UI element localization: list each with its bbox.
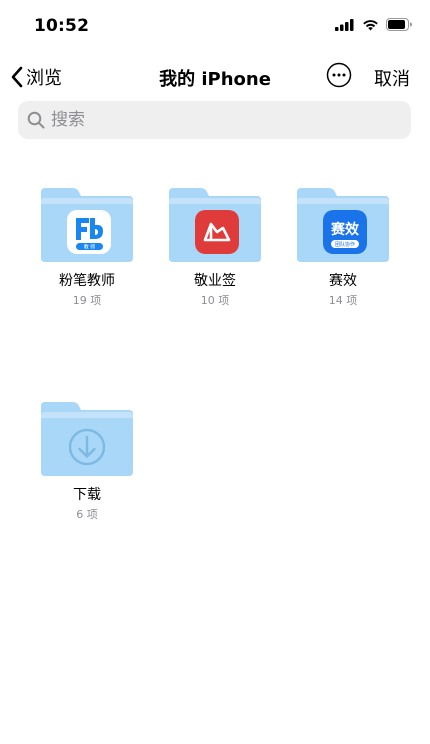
search-bar[interactable]: [18, 101, 411, 139]
folder-count: 19 项: [72, 294, 102, 307]
wifi-icon: [363, 19, 378, 30]
search-input[interactable]: [49, 109, 393, 131]
folder-item-downloads[interactable]: 下载 6 项: [32, 402, 142, 522]
navigation-bar: 浏览 我的 iPhone 取消: [0, 56, 430, 100]
folder-icon: 教 师: [41, 188, 133, 262]
folder-count: 14 项: [328, 294, 358, 307]
cellular-signal-icon: [335, 18, 354, 31]
search-icon: [27, 111, 45, 129]
status-time: 10:52: [34, 16, 90, 36]
folder-name: 粉笔教师: [59, 273, 115, 289]
folder-name: 敬业签: [194, 273, 236, 289]
folder-icon: [169, 188, 261, 262]
fenbi-badge-text: 教 师: [84, 244, 96, 251]
folder-item-jingyeqian[interactable]: 敬业签 10 项: [160, 188, 270, 308]
folder-name: 赛效: [329, 273, 357, 289]
folder-icon: [41, 402, 133, 476]
saixiao-icon-subtext: 团队协作: [335, 241, 355, 248]
fenbi-app-icon: 教 师: [67, 210, 111, 254]
more-options-icon[interactable]: [326, 62, 352, 88]
status-icons: [335, 18, 412, 31]
folder-item-saixiao[interactable]: 赛效 团队协作 赛效 14 项: [288, 188, 398, 308]
cancel-button[interactable]: 取消: [374, 65, 410, 91]
battery-icon: [386, 18, 412, 31]
folder-item-fenbi[interactable]: 教 师 粉笔教师 19 项: [32, 188, 142, 308]
saixiao-app-icon: 赛效 团队协作: [323, 210, 367, 254]
folder-icon: 赛效 团队协作: [297, 188, 389, 262]
saixiao-icon-text: 赛效: [330, 221, 360, 238]
folder-count: 10 项: [200, 294, 230, 307]
folder-name: 下载: [73, 487, 101, 503]
folder-count: 6 项: [76, 508, 98, 521]
status-bar: 10:52: [0, 0, 430, 52]
jingyeqian-app-icon: [195, 210, 239, 254]
page-title: 我的 iPhone: [159, 69, 271, 90]
